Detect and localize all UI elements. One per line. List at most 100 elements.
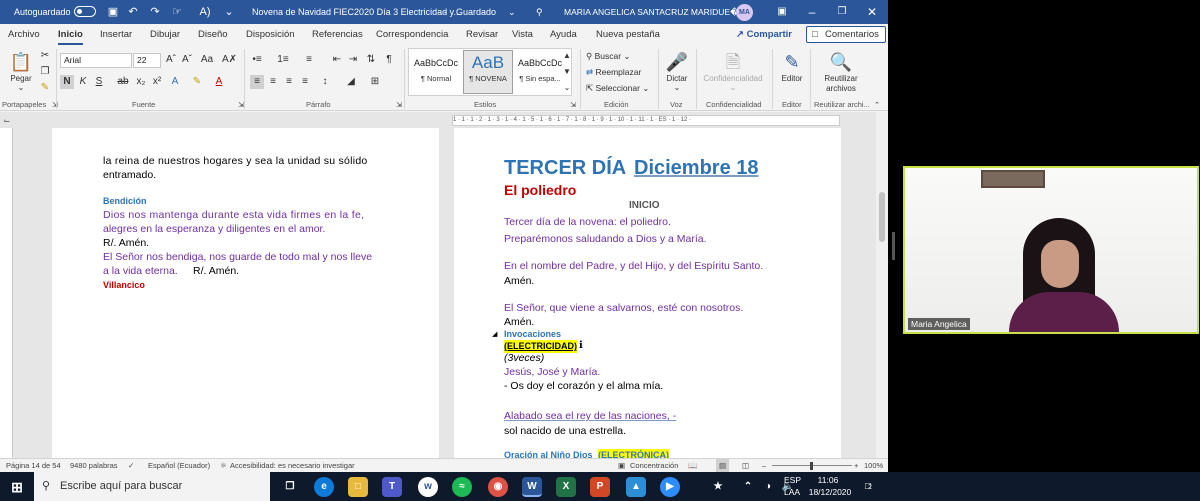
subscript-icon[interactable]: x₂ <box>134 75 148 89</box>
show-marks-icon[interactable]: ¶ <box>382 53 396 67</box>
scrollbar-thumb[interactable] <box>879 192 885 242</box>
clipboard-launcher-icon[interactable]: ⇲ <box>48 99 62 113</box>
dictate-button[interactable]: 🎤 Dictar ⌄ <box>662 50 692 92</box>
select-button[interactable]: ⇱ Seleccionar ⌄ <box>586 83 649 94</box>
superscript-icon[interactable]: x² <box>150 75 164 89</box>
format-painter-icon[interactable]: ✎ <box>38 81 52 95</box>
teams-icon[interactable]: T <box>382 477 402 497</box>
numbering-icon[interactable]: 1≡ <box>276 53 290 67</box>
clear-formatting-icon[interactable]: A✗ <box>222 53 237 67</box>
style-novena[interactable]: AaB ¶ NOVENA <box>463 50 513 94</box>
user-name[interactable]: MARIA ANGELICA SANTACRUZ MARIDUE�A <box>564 0 744 24</box>
editor-button[interactable]: ✎ Editor <box>776 50 808 83</box>
tab-insertar[interactable]: Insertar <box>100 24 132 45</box>
align-right-icon[interactable]: ≡ <box>282 75 296 89</box>
word-count[interactable]: 9480 palabras <box>70 459 118 472</box>
customize-toolbar-icon[interactable]: ⌄ <box>222 5 236 19</box>
zoom-level[interactable]: 100% <box>864 459 883 472</box>
avatar[interactable]: MA <box>736 4 753 21</box>
taskbar-search[interactable]: ⚲ Escribe aquí para buscar <box>34 472 270 501</box>
bold-icon[interactable]: N <box>60 75 74 89</box>
shading-icon[interactable]: ◢ <box>344 75 358 89</box>
page-count[interactable]: Página 14 de 54 <box>6 459 61 472</box>
ribbon-display-options-icon[interactable]: ▣ <box>768 0 796 24</box>
photos-icon[interactable]: ▲ <box>626 477 646 497</box>
font-color-icon[interactable]: A <box>212 75 226 89</box>
zoom-meetings-icon[interactable]: ▶ <box>660 477 680 497</box>
tab-disposicion[interactable]: Disposición <box>246 24 295 45</box>
touch-mode-icon[interactable]: ☞ <box>170 5 184 19</box>
network-icon[interactable]: ◑ <box>758 477 778 497</box>
paste-button[interactable]: 📋 Pegar ⌄ <box>6 50 36 92</box>
restore-button[interactable]: ❐ <box>828 0 856 24</box>
underline-icon[interactable]: S <box>92 75 106 89</box>
multilevel-list-icon[interactable]: ≡ <box>302 53 316 67</box>
print-layout-icon[interactable]: ▤ <box>716 459 730 472</box>
video-tile[interactable]: Maria Angelica <box>903 166 1199 334</box>
undo-icon[interactable]: ↶ <box>126 5 140 19</box>
tab-diseno[interactable]: Diseño <box>198 24 228 45</box>
zoom-out-icon[interactable]: – <box>762 459 766 472</box>
windows-start-icon[interactable]: ⊞ <box>7 477 27 497</box>
increase-indent-icon[interactable]: ⇥ <box>346 53 360 67</box>
saved-chevron-icon[interactable]: ⌄ <box>508 0 516 24</box>
focus-icon[interactable]: ▣ <box>618 459 625 472</box>
tab-vista[interactable]: Vista <box>512 24 533 45</box>
decrease-indent-icon[interactable]: ⇤ <box>330 53 344 67</box>
page-left[interactable]: la reina de nuestros hogares y sea la un… <box>52 128 439 458</box>
grow-font-icon[interactable]: Aˆ <box>164 53 178 67</box>
vertical-scrollbar[interactable] <box>876 112 888 458</box>
people-icon[interactable]: ★ <box>708 477 728 497</box>
powerpoint-icon[interactable]: P <box>590 477 610 497</box>
ruler-toggle-icon[interactable]: ⌙ <box>0 114 14 128</box>
align-left-icon[interactable]: ≡ <box>250 75 264 89</box>
tab-inicio[interactable]: Inicio <box>58 24 83 45</box>
align-center-icon[interactable]: ≡ <box>266 75 280 89</box>
word-icon[interactable]: W <box>522 477 542 497</box>
read-mode-icon[interactable]: 📖 <box>688 459 697 472</box>
italic-icon[interactable]: K <box>76 75 90 89</box>
redo-icon[interactable]: ↷ <box>148 5 162 19</box>
panel-divider[interactable] <box>892 232 895 260</box>
styles-more-icon[interactable]: ⌄ <box>560 81 574 95</box>
tab-referencias[interactable]: Referencias <box>312 24 363 45</box>
comments-button[interactable]: □ Comentarios <box>806 26 886 43</box>
tab-correspondencia[interactable]: Correspondencia <box>376 24 448 45</box>
collapse-heading-icon[interactable]: ◢ <box>492 328 497 341</box>
hidden-icons-chevron-icon[interactable]: ⌃ <box>738 477 758 497</box>
minimize-button[interactable]: – <box>798 0 826 24</box>
find-button[interactable]: ⚲ Buscar ⌄ <box>586 51 631 62</box>
style-normal[interactable]: AaBbCcDc ¶ Normal <box>411 50 461 94</box>
copy-icon[interactable]: ❐ <box>38 65 52 79</box>
focus-mode[interactable]: Concentración <box>630 459 678 472</box>
text-effects-icon[interactable]: A <box>168 75 182 89</box>
shrink-font-icon[interactable]: Aˇ <box>180 53 194 67</box>
tab-nueva-pestana[interactable]: Nueva pestaña <box>596 24 660 45</box>
chrome-icon[interactable]: ◉ <box>488 477 508 497</box>
styles-launcher-icon[interactable]: ⇲ <box>566 99 580 113</box>
file-explorer-icon[interactable]: □ <box>348 477 368 497</box>
saved-status[interactable]: Guardado <box>456 0 496 24</box>
search-icon[interactable]: ⚲ <box>536 0 543 24</box>
excel-icon[interactable]: X <box>556 477 576 497</box>
replace-button[interactable]: ⇄ Reemplazar <box>586 67 641 78</box>
zoom-app-icon[interactable]: w <box>418 477 438 497</box>
change-case-icon[interactable]: Aa <box>200 53 214 67</box>
sensitivity-button[interactable]: 🗎 Confidencialidad ⌄ <box>700 50 766 92</box>
tab-archivo[interactable]: Archivo <box>8 24 40 45</box>
share-button[interactable]: ↗ Compartir <box>730 26 798 43</box>
collapse-ribbon-icon[interactable]: ⌃ <box>870 99 884 113</box>
font-size-select[interactable]: 22 <box>133 53 161 68</box>
accessibility-icon[interactable]: ⚛ <box>220 459 227 472</box>
input-language-bottom[interactable]: LAA <box>784 487 800 497</box>
zoom-slider-thumb[interactable] <box>810 462 813 470</box>
spotify-icon[interactable]: ≈ <box>452 477 472 497</box>
reuse-files-button[interactable]: 🔍 Reutilizar archivos <box>816 50 866 94</box>
autosave-toggle[interactable] <box>74 6 96 17</box>
styles-scroll-up-icon[interactable]: ▲ <box>560 49 574 63</box>
line-spacing-icon[interactable]: ↕ <box>318 75 332 89</box>
bullets-icon[interactable]: •≡ <box>250 53 264 67</box>
tab-revisar[interactable]: Revisar <box>466 24 498 45</box>
web-layout-icon[interactable]: ◫ <box>742 459 749 472</box>
cut-icon[interactable]: ✂ <box>38 49 52 63</box>
